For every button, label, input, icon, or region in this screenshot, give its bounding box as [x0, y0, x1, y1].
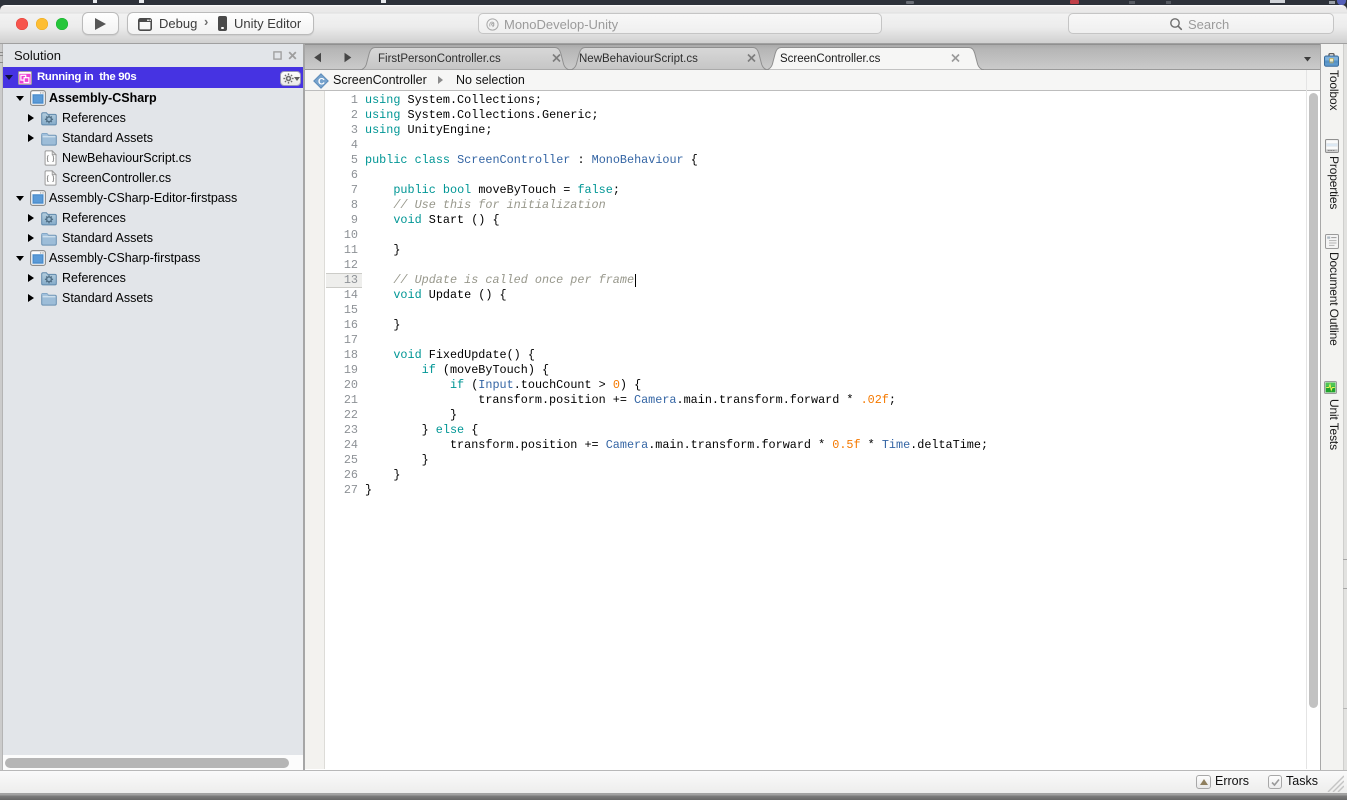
svg-text:NewBehaviourScript.cs: NewBehaviourScript.cs: [579, 53, 698, 65]
svg-text:C: C: [318, 76, 325, 87]
svg-text:FirstPersonController.cs: FirstPersonController.cs: [378, 53, 501, 65]
svg-text:ScreenController.cs: ScreenController.cs: [780, 53, 881, 65]
